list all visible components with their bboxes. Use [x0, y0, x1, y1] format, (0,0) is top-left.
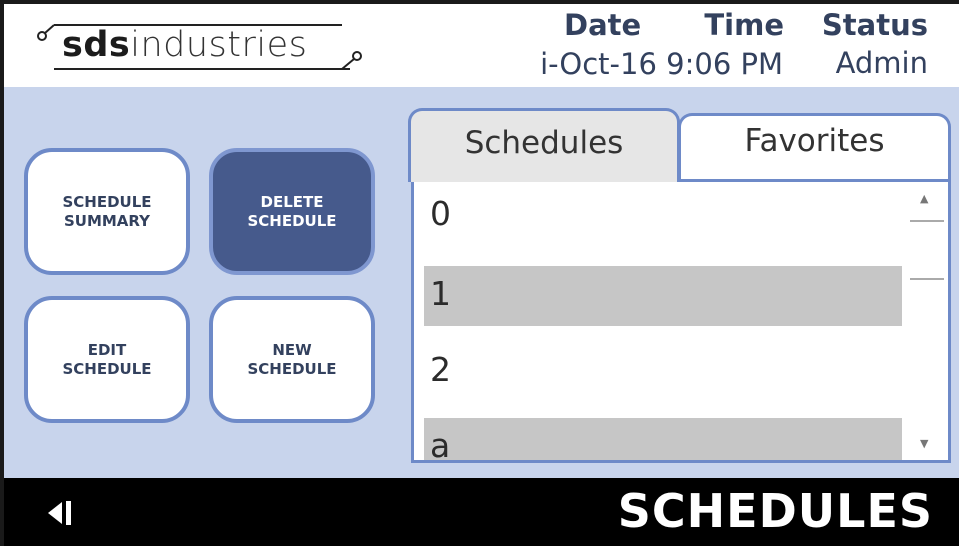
- logo-light-text: industries: [130, 25, 308, 65]
- tab-schedules-label: Schedules: [464, 125, 624, 161]
- page-title: SCHEDULES: [617, 484, 933, 538]
- delete-schedule-label-line1: DELETE: [260, 192, 324, 211]
- edit-schedule-label-line2: SCHEDULE: [62, 359, 152, 378]
- list-scrollbar[interactable]: ▲ ▼: [906, 182, 948, 460]
- new-schedule-button[interactable]: NEW SCHEDULE: [209, 296, 375, 423]
- date-value: i-Oct-16: [540, 48, 657, 80]
- delete-schedule-label-line2: SCHEDULE: [247, 211, 337, 230]
- list-item[interactable]: 1: [424, 266, 902, 326]
- schedule-summary-label-line2: SUMMARY: [63, 211, 151, 230]
- scrollbar-thumb[interactable]: [910, 220, 944, 280]
- schedule-summary-button[interactable]: SCHEDULE SUMMARY: [24, 148, 190, 275]
- list-item[interactable]: 2: [424, 342, 902, 402]
- back-arrow-icon: [48, 501, 71, 525]
- scroll-up-icon[interactable]: ▲: [920, 192, 928, 205]
- schedule-list: 0 1 2 a ▲ ▼: [411, 179, 951, 463]
- tab-favorites[interactable]: Favorites: [678, 113, 951, 179]
- schedule-summary-label-line1: SCHEDULE: [62, 192, 152, 211]
- edit-schedule-label-line1: EDIT: [87, 340, 127, 359]
- hmi-screen: sdsindustries Date Time i-Oct-16 9:06 PM…: [0, 0, 959, 546]
- edit-schedule-button[interactable]: EDIT SCHEDULE: [24, 296, 190, 423]
- date-label: Date: [564, 8, 642, 42]
- list-item[interactable]: a: [424, 418, 902, 463]
- time-value: 9:06 PM: [666, 48, 783, 80]
- delete-schedule-button[interactable]: DELETE SCHEDULE: [209, 148, 375, 275]
- logo-text: sdsindustries: [62, 25, 307, 65]
- scroll-down-icon[interactable]: ▼: [920, 437, 928, 450]
- list-item-label: 1: [430, 274, 451, 313]
- status-label: Status: [821, 8, 928, 42]
- footer-bar: SCHEDULES: [4, 478, 959, 546]
- tab-schedules[interactable]: Schedules: [408, 108, 680, 182]
- logo-bold-text: sds: [62, 25, 131, 65]
- list-item-label: 0: [430, 194, 451, 233]
- new-schedule-label-line2: SCHEDULE: [247, 359, 337, 378]
- company-logo: sdsindustries: [36, 22, 366, 74]
- list-item-label: 2: [430, 350, 451, 389]
- schedule-tab-panel: Schedules Favorites 0 1 2 a ▲ ▼: [408, 108, 954, 463]
- time-header: Time: [694, 10, 784, 40]
- date-time-value: i-Oct-16 9:06 PM: [498, 48, 783, 80]
- status-value: Admin: [835, 46, 928, 80]
- tab-favorites-label: Favorites: [744, 123, 885, 159]
- new-schedule-label-line1: NEW: [272, 340, 312, 359]
- back-button[interactable]: [40, 492, 80, 532]
- list-item-label: a: [430, 426, 451, 463]
- date-header: Date: [564, 8, 642, 42]
- header-bar: sdsindustries Date Time i-Oct-16 9:06 PM…: [4, 4, 959, 87]
- time-label: Time: [704, 8, 784, 42]
- list-item[interactable]: 0: [424, 186, 902, 246]
- status-header: Status Admin: [804, 10, 928, 78]
